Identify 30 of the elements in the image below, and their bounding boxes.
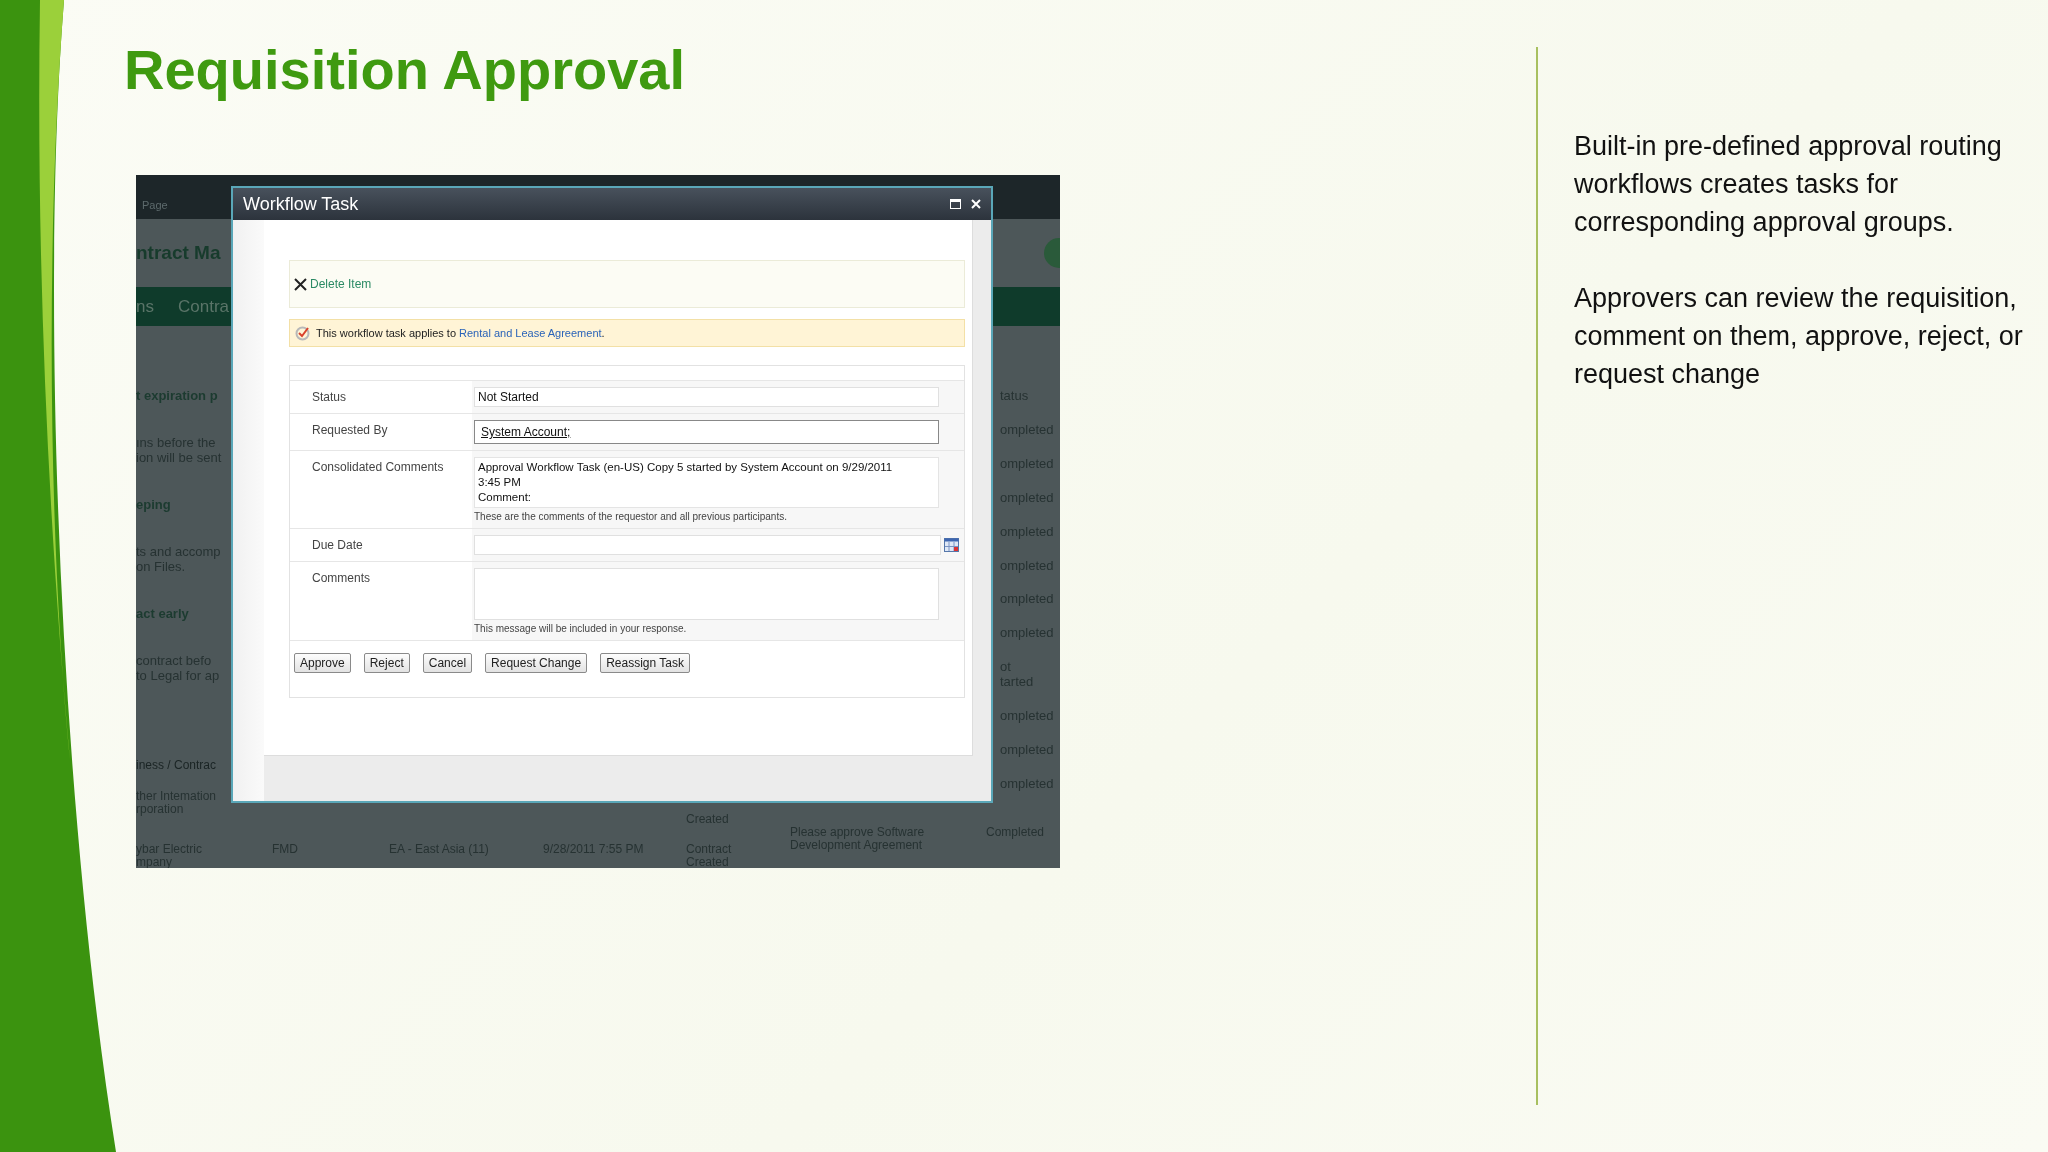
field-label: Consolidated Comments	[312, 460, 444, 474]
people-field[interactable]: System Account;	[474, 420, 939, 444]
comments-field[interactable]	[474, 568, 939, 620]
checkmark-icon	[295, 325, 310, 341]
page-label: Page	[142, 198, 168, 213]
comments-text: Approval Workflow Task (en-US) Copy 5 started by System Account on 9/29/2011 3:45 PM Comment:	[474, 457, 939, 508]
action-button[interactable]: Approve	[294, 653, 351, 673]
action-button[interactable]: Reassign Task	[600, 653, 690, 673]
agreement-link[interactable]: Rental and Lease Agreement	[459, 327, 602, 339]
dialog-title: Workflow Task	[243, 193, 360, 215]
delete-item-link[interactable]: Delete Item	[294, 277, 372, 291]
action-button[interactable]: Cancel	[422, 653, 473, 673]
notice-text: This workflow task applies to Rental and Lease Agreement.	[316, 327, 605, 339]
field-label: Requested By	[312, 423, 388, 437]
date-field[interactable]	[474, 535, 941, 555]
maximize-icon[interactable]	[950, 199, 961, 209]
field-label: Status	[312, 390, 347, 404]
field-label: Comments	[312, 571, 370, 585]
cross-icon	[294, 277, 307, 291]
field-label: Due Date	[312, 538, 363, 552]
status-field[interactable]: Not Started	[474, 387, 939, 407]
calendar-icon[interactable]	[944, 538, 959, 552]
action-button[interactable]: Request Change	[485, 653, 588, 673]
body-paragraph: Approvers can review the requisition, comment on them, approve, reject, or request change	[1574, 282, 2024, 391]
hint-text: These are the comments of the requestor and all previous participants.	[474, 510, 788, 522]
action-button[interactable]: Reject	[363, 653, 410, 673]
close-icon[interactable]	[971, 199, 981, 209]
slide-title: Requisition Approval	[124, 37, 687, 103]
body-paragraph: Built-in pre-defined approval routing workflows creates tasks for corresponding approval groups.	[1574, 130, 2003, 239]
hint-text: This message will be included in your response.	[474, 622, 688, 634]
